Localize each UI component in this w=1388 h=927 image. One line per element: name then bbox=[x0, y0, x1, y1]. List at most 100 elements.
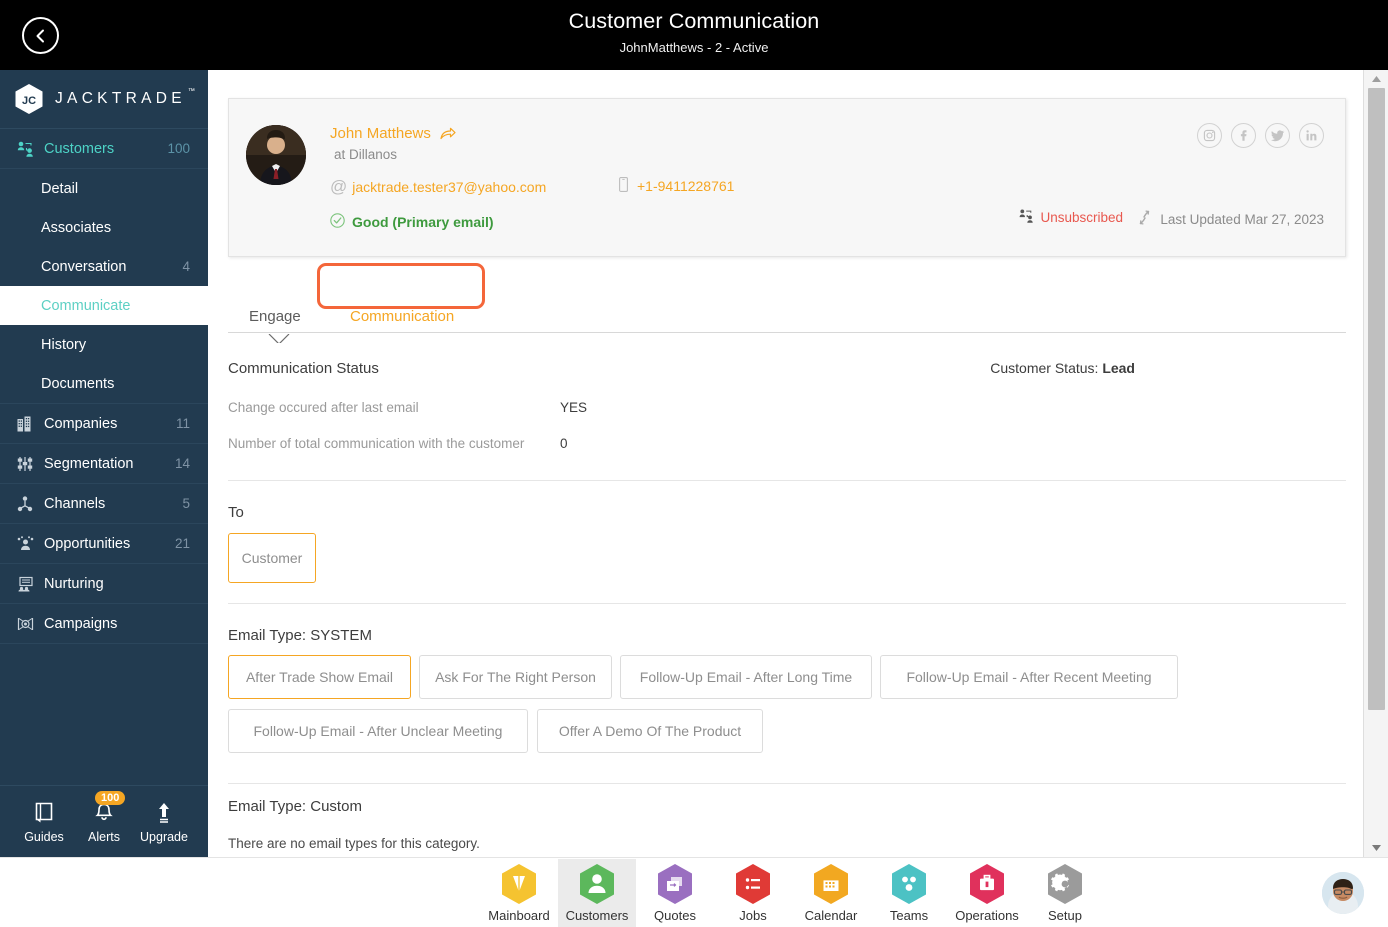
bottom-nav-setup[interactable]: Setup bbox=[1026, 859, 1104, 927]
recipient-option-customer[interactable]: Customer bbox=[228, 533, 316, 583]
sidebar-item-segmentation[interactable]: Segmentation 14 bbox=[0, 444, 208, 484]
email-type-system-heading: Email Type: SYSTEM bbox=[228, 627, 372, 644]
customer-status-value: Lead bbox=[1102, 360, 1135, 376]
sidebar-subitem-detail[interactable]: Detail bbox=[0, 169, 208, 208]
sidebar-subitem-history[interactable]: History bbox=[0, 325, 208, 364]
sidebar: JC JACKTRADE ™ Customers 100 Detail Asso… bbox=[0, 70, 208, 927]
bottom-nav-label: Customers bbox=[565, 908, 629, 923]
chevron-down-icon bbox=[1372, 845, 1381, 851]
sidebar-subitem-count: 4 bbox=[182, 259, 190, 274]
sidebar-item-companies[interactable]: Companies 11 bbox=[0, 404, 208, 444]
tab-engage[interactable]: Engage bbox=[249, 308, 301, 325]
email-type-option-label: Follow-Up Email - After Recent Meeting bbox=[906, 669, 1152, 685]
last-updated: Last Updated Mar 27, 2023 bbox=[1136, 209, 1324, 229]
user-avatar[interactable] bbox=[1322, 872, 1364, 914]
email-type-option[interactable]: After Trade Show Email bbox=[228, 655, 411, 699]
sidebar-item-label: Segmentation bbox=[44, 455, 134, 472]
bottom-nav-calendar[interactable]: Calendar bbox=[792, 859, 870, 927]
brand-logo[interactable]: JC JACKTRADE ™ bbox=[0, 70, 208, 129]
email-type-option[interactable]: Follow-Up Email - After Unclear Meeting bbox=[228, 709, 528, 753]
mobile-phone-icon bbox=[619, 177, 628, 195]
to-section-label: To bbox=[228, 504, 244, 521]
sidebar-subitem-documents[interactable]: Documents bbox=[0, 364, 208, 403]
bottom-nav-operations[interactable]: Operations bbox=[948, 859, 1026, 927]
guides-button[interactable]: Guides bbox=[16, 799, 72, 844]
mainboard-icon bbox=[500, 863, 538, 905]
sidebar-item-campaigns[interactable]: Campaigns bbox=[0, 604, 208, 644]
sidebar-subitem-conversation[interactable]: Conversation 4 bbox=[0, 247, 208, 286]
sidebar-item-opportunities[interactable]: Opportunities 21 bbox=[0, 524, 208, 564]
email-type-custom-empty: There are no email types for this catego… bbox=[228, 836, 480, 851]
email-status-label: Good (Primary email) bbox=[352, 214, 494, 230]
tab-bar: Engage Communication bbox=[228, 263, 1346, 343]
svg-text:JC: JC bbox=[22, 95, 36, 107]
bottom-nav-items: Mainboard Customers Quotes Jobs Calendar… bbox=[480, 858, 1104, 927]
sidebar-item-count: 100 bbox=[167, 141, 190, 156]
bottom-nav-jobs[interactable]: Jobs bbox=[714, 859, 792, 927]
bottom-nav-teams[interactable]: Teams bbox=[870, 859, 948, 927]
customer-profile-card: John Matthews at Dillanos @ jacktrade.te… bbox=[228, 98, 1346, 257]
unsubscribed-status[interactable]: Unsubscribed bbox=[1019, 209, 1123, 226]
customer-phone[interactable]: +1-9411228761 bbox=[619, 177, 734, 195]
sidebar-subitem-label: Detail bbox=[41, 180, 79, 197]
sidebar-item-count: 21 bbox=[174, 536, 190, 551]
email-type-option[interactable]: Ask For The Right Person bbox=[419, 655, 612, 699]
jacktrade-hex-icon: JC bbox=[14, 83, 44, 115]
sidebar-item-nurturing[interactable]: Nurturing bbox=[0, 564, 208, 604]
bottom-nav-label: Setup bbox=[1048, 908, 1082, 923]
email-type-option[interactable]: Follow-Up Email - After Long Time bbox=[620, 655, 872, 699]
opportunities-icon bbox=[14, 534, 36, 554]
bottom-nav-label: Mainboard bbox=[488, 908, 550, 923]
sidebar-item-customers[interactable]: Customers 100 bbox=[0, 129, 208, 169]
sidebar-item-label: Campaigns bbox=[44, 615, 118, 632]
quotes-icon bbox=[656, 863, 694, 905]
scrollbar-thumb[interactable] bbox=[1368, 88, 1385, 710]
segmentation-icon bbox=[14, 454, 36, 474]
teams-icon bbox=[890, 863, 928, 905]
bottom-nav-quotes[interactable]: Quotes bbox=[636, 859, 714, 927]
customer-phone-number: +1-9411228761 bbox=[637, 178, 735, 194]
email-type-option-label: Offer A Demo Of The Product bbox=[558, 723, 742, 739]
main-content: John Matthews at Dillanos @ jacktrade.te… bbox=[208, 70, 1363, 857]
book-icon bbox=[16, 799, 72, 826]
bottom-nav-label: Quotes bbox=[654, 908, 696, 923]
email-type-option[interactable]: Follow-Up Email - After Recent Meeting bbox=[880, 655, 1178, 699]
comm-row-value: 0 bbox=[560, 436, 568, 451]
twitter-icon[interactable] bbox=[1265, 123, 1290, 148]
instagram-icon[interactable] bbox=[1197, 123, 1222, 148]
scroll-up-button[interactable] bbox=[1364, 70, 1388, 88]
page-title: Customer Communication bbox=[568, 9, 820, 33]
sidebar-subitem-communicate[interactable]: Communicate bbox=[0, 286, 208, 325]
sidebar-subitem-label: Associates bbox=[41, 219, 112, 236]
page-subtitle: JohnMatthews - 2 - Active bbox=[619, 40, 769, 55]
upgrade-button[interactable]: Upgrade bbox=[136, 799, 192, 844]
bottom-nav-customers[interactable]: Customers bbox=[558, 859, 636, 927]
vertical-scrollbar[interactable] bbox=[1363, 70, 1388, 857]
customer-name-link[interactable]: John Matthews bbox=[330, 125, 456, 144]
customers-icon bbox=[14, 139, 36, 159]
recipient-option-label: Customer bbox=[241, 550, 303, 566]
sidebar-subitem-label: History bbox=[41, 336, 87, 353]
customer-status: Customer Status: Lead bbox=[990, 360, 1135, 376]
section-divider bbox=[228, 783, 1346, 784]
share-arrow-icon[interactable] bbox=[440, 127, 456, 144]
sidebar-subitem-label: Documents bbox=[41, 375, 115, 392]
tab-communication[interactable]: Communication bbox=[350, 308, 454, 325]
linkedin-icon[interactable] bbox=[1299, 123, 1324, 148]
email-type-option[interactable]: Offer A Demo Of The Product bbox=[537, 709, 763, 753]
top-header-bar: Customer Communication JohnMatthews - 2 … bbox=[0, 0, 1388, 70]
sidebar-subitem-label: Communicate bbox=[41, 297, 131, 314]
upgrade-label: Upgrade bbox=[140, 830, 188, 844]
operations-icon bbox=[968, 863, 1006, 905]
customer-email-link[interactable]: @ jacktrade.tester37@yahoo.com bbox=[330, 177, 546, 197]
sidebar-item-channels[interactable]: Channels 5 bbox=[0, 484, 208, 524]
bottom-nav-mainboard[interactable]: Mainboard bbox=[480, 859, 558, 927]
alerts-button[interactable]: 100 Alerts bbox=[76, 791, 132, 844]
customer-company: at Dillanos bbox=[334, 147, 398, 162]
companies-icon bbox=[14, 414, 36, 434]
unsubscribe-icon bbox=[1019, 209, 1034, 226]
scroll-down-button[interactable] bbox=[1364, 839, 1388, 857]
facebook-icon[interactable] bbox=[1231, 123, 1256, 148]
sidebar-subitem-associates[interactable]: Associates bbox=[0, 208, 208, 247]
refresh-icon bbox=[1136, 209, 1153, 229]
